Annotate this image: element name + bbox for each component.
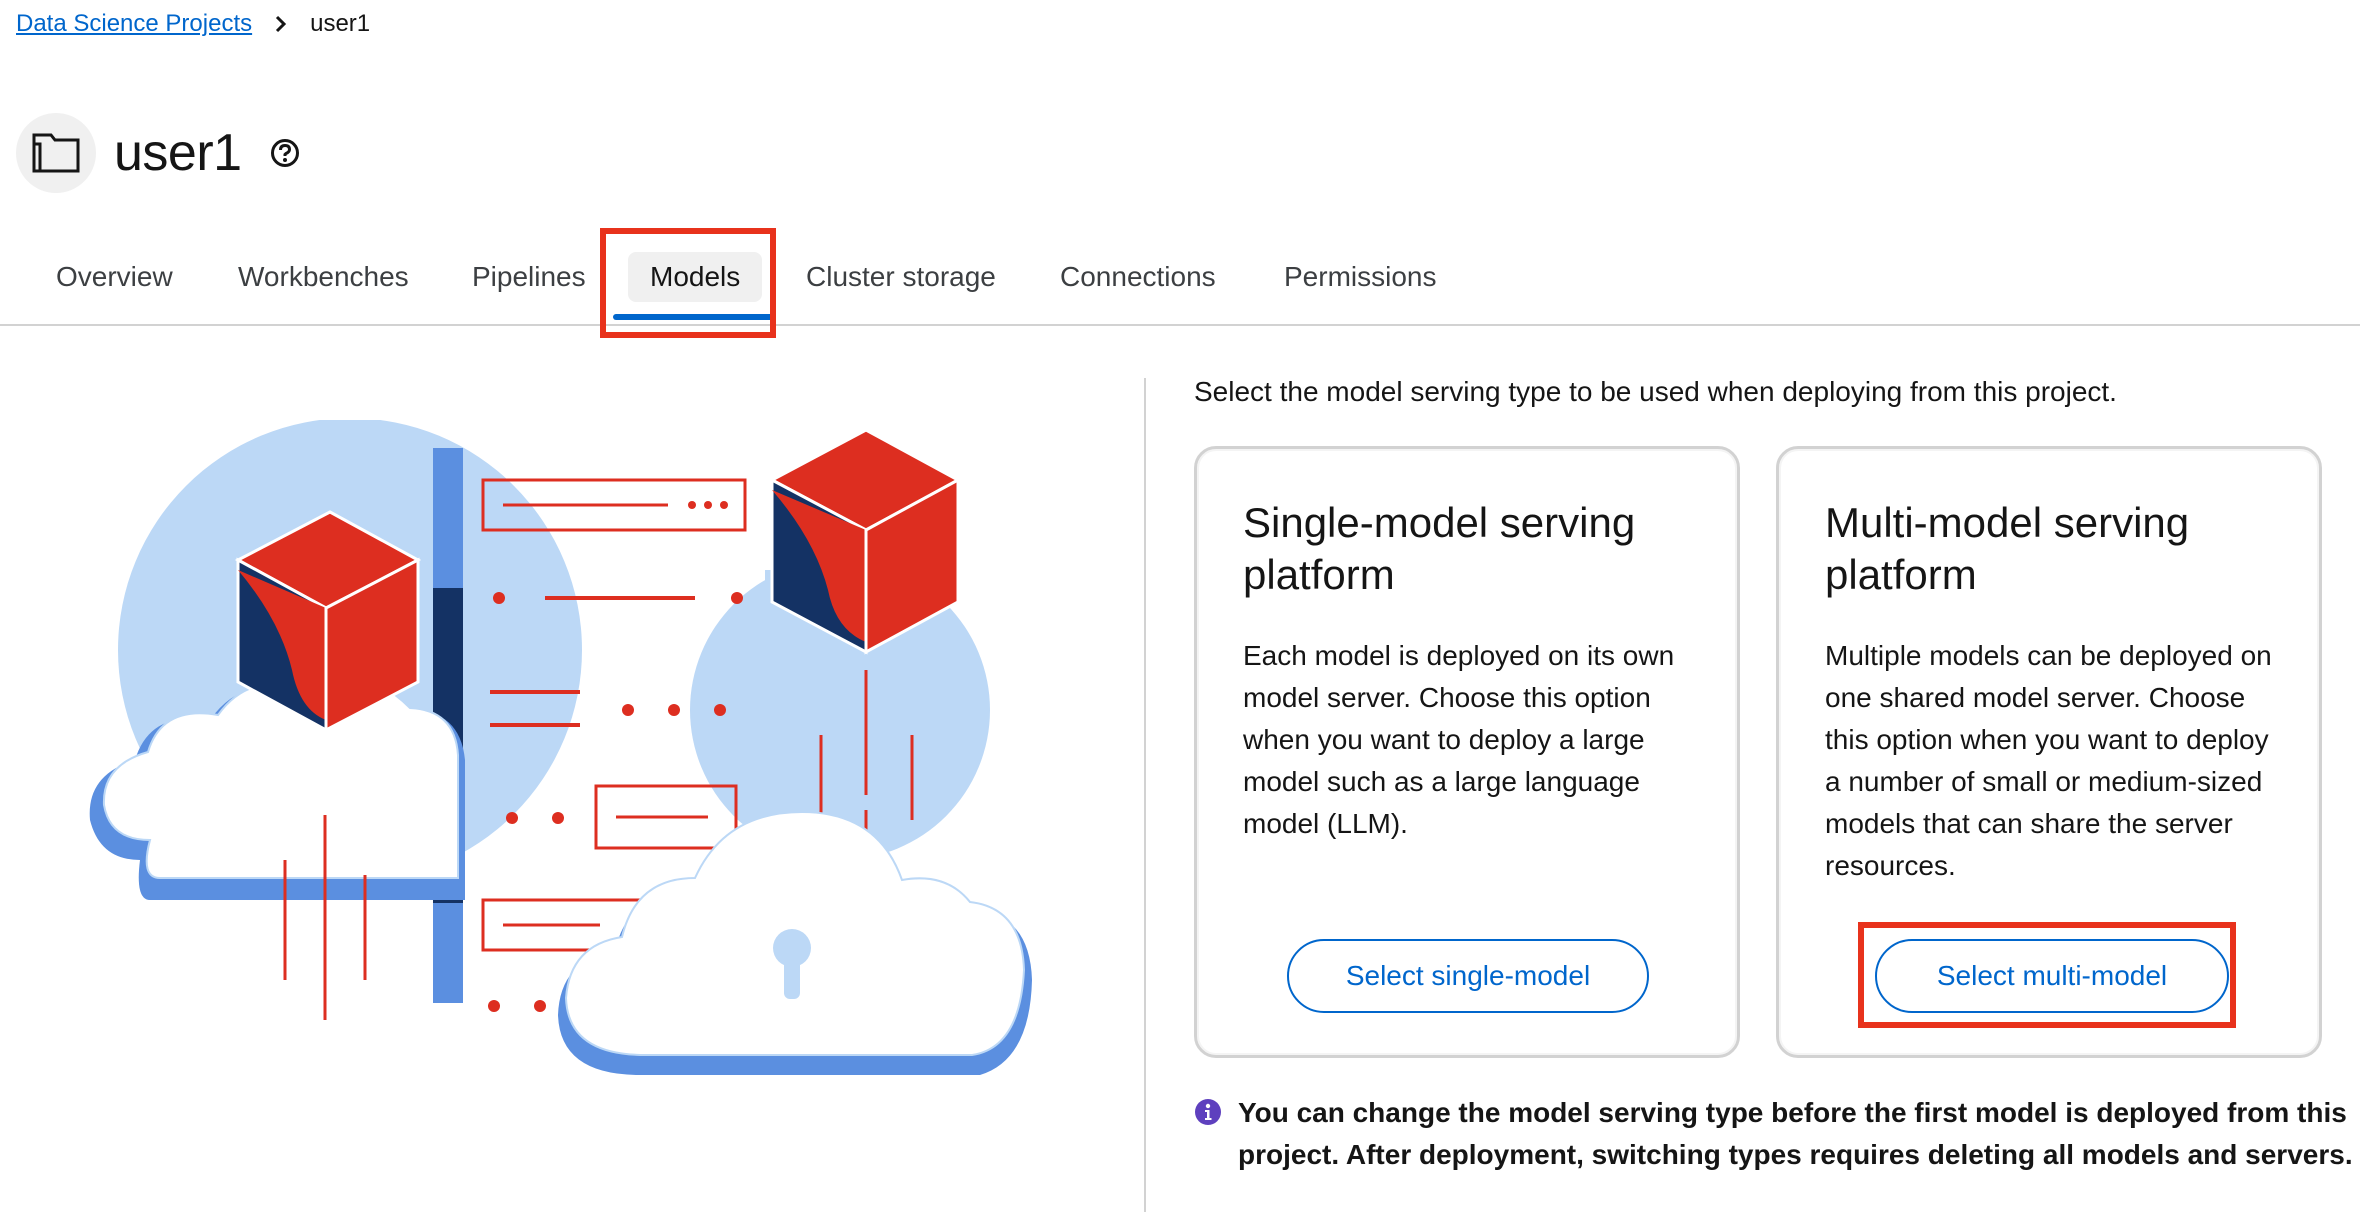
multi-model-card-title: Multi-model serving platform	[1825, 499, 2190, 598]
tab-cluster-storage[interactable]: Cluster storage	[784, 252, 1018, 302]
breadcrumb-current: user1	[310, 10, 371, 37]
serving-type-note-text: You can change the model serving type be…	[1238, 1097, 2353, 1170]
help-circle-icon[interactable]	[270, 138, 300, 168]
highlight-box-multi-model-button	[1858, 922, 2236, 1028]
breadcrumb-link-data-science-projects[interactable]: Data Science Projects	[16, 10, 252, 38]
serving-type-intro: Select the model serving type to be used…	[1194, 376, 2117, 407]
page-title: user1	[114, 123, 242, 182]
single-model-card-title: Single-model serving platform	[1243, 499, 1636, 598]
tab-overview[interactable]: Overview	[34, 252, 195, 302]
tab-connections[interactable]: Connections	[1038, 252, 1238, 302]
tab-permissions[interactable]: Permissions	[1262, 252, 1458, 302]
select-single-model-button[interactable]: Select single-model	[1287, 939, 1649, 1013]
multi-model-card-description: Multiple models can be deployed on one s…	[1825, 640, 2272, 881]
content-divider	[1144, 378, 1146, 1212]
chevron-right-icon	[274, 15, 288, 33]
breadcrumb: Data Science Projects user1	[16, 10, 370, 38]
tab-workbenches[interactable]: Workbenches	[216, 252, 431, 302]
project-header: user1	[16, 88, 300, 218]
serving-type-info-note: You can change the model serving type be…	[1194, 1092, 2360, 1176]
info-circle-icon	[1194, 1098, 1222, 1176]
single-model-card: Single-model serving platform Each model…	[1194, 446, 1740, 1058]
folder-icon	[16, 112, 96, 193]
single-model-card-description: Each model is deployed on its own model …	[1243, 640, 1675, 839]
project-tabs: Overview Workbenches Pipelines Models Cl…	[0, 230, 2360, 326]
tab-pipelines[interactable]: Pipelines	[450, 252, 608, 302]
model-serving-illustration	[89, 420, 1032, 1075]
highlight-box-models-tab	[600, 228, 776, 338]
